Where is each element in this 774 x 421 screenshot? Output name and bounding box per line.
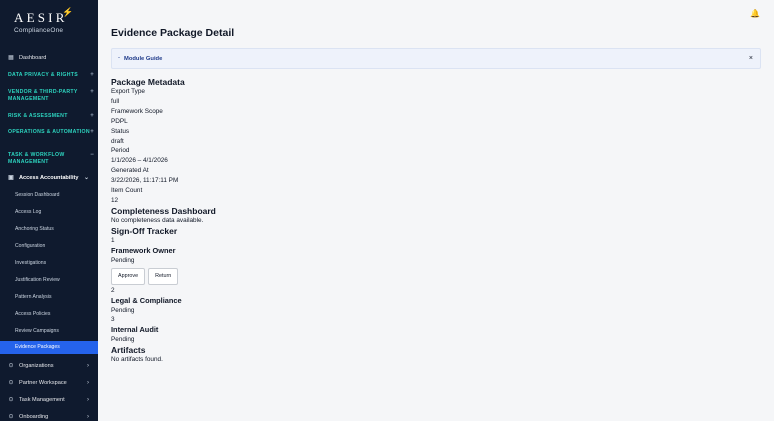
sidebar-item-access-policies[interactable]: Access Policies xyxy=(15,311,50,317)
field-label: Generated At xyxy=(111,167,149,175)
sidebar-group-access-accountability[interactable]: ▣ Access Accountability ⌄ xyxy=(0,174,98,182)
field-value: 12 xyxy=(111,196,119,204)
sidebar-item-pattern-analysis[interactable]: Pattern Analysis xyxy=(15,294,52,300)
main-content: 🔔 Evidence Package Detail - Module Guide… xyxy=(98,0,774,421)
field-label: Period xyxy=(111,147,130,155)
expand-icon: + xyxy=(90,129,94,135)
sidebar-item-investigations[interactable]: Investigations xyxy=(15,260,46,266)
signoff-step-title: Internal Audit xyxy=(111,325,159,335)
brand-logo[interactable]: AESIR ⚡ ComplianceOne xyxy=(14,7,73,34)
section-operations-automation[interactable]: OPERATIONS & AUTOMATION + xyxy=(8,129,94,136)
tasks-icon: ⊙ xyxy=(8,397,14,403)
completeness-message: No completeness data available. xyxy=(111,216,204,224)
signoff-actions: Approve Return xyxy=(111,267,751,285)
sidebar-item-task-management[interactable]: ⊙ Task Management › xyxy=(0,396,98,404)
sidebar-item-organizations[interactable]: ⊙ Organizations › xyxy=(0,362,98,370)
sidebar: AESIR ⚡ ComplianceOne ▦ Dashboard DATA P… xyxy=(0,0,98,421)
field-value: 1/1/2026 – 4/1/2026 xyxy=(111,157,168,165)
field-label: Item Count xyxy=(111,187,143,195)
module-guide-panel[interactable]: - Module Guide × xyxy=(111,48,761,69)
field-value: 3/22/2026, 11:17:11 PM xyxy=(111,177,179,185)
sidebar-item-label: Evidence Packages xyxy=(15,344,60,350)
sidebar-item-session-dashboard[interactable]: Session Dashboard xyxy=(15,192,59,198)
chevron-right-icon: › xyxy=(87,379,89,386)
grid-icon: ▦ xyxy=(8,55,14,61)
section-label: DATA PRIVACY & RIGHTS xyxy=(8,72,78,78)
artifacts-message: No artifacts found. xyxy=(111,356,163,364)
users-icon: ⊙ xyxy=(8,380,14,386)
signoff-step-number: 3 xyxy=(111,316,115,324)
return-button[interactable]: Return xyxy=(148,267,179,285)
signoff-step-number: 1 xyxy=(111,236,115,244)
section-label: OPERATIONS & AUTOMATION xyxy=(8,129,90,135)
sidebar-item-label: Organizations xyxy=(19,362,54,369)
signoff-step-title: Legal & Compliance xyxy=(111,295,182,305)
sidebar-item-justification-review[interactable]: Justification Review xyxy=(15,277,60,283)
approve-button[interactable]: Approve xyxy=(111,267,146,285)
package-detail: Package Metadata Export Type full Framew… xyxy=(111,77,751,365)
field-label: Export Type xyxy=(111,88,145,95)
sidebar-item-evidence-packages[interactable]: Evidence Packages xyxy=(0,341,98,354)
signoff-step-title: Framework Owner xyxy=(111,245,176,255)
sidebar-item-onboarding[interactable]: ⊙ Onboarding › xyxy=(0,413,98,421)
chevron-right-icon: › xyxy=(87,396,89,403)
chevron-right-icon: › xyxy=(87,413,89,420)
brand-subtitle: ComplianceOne xyxy=(14,27,64,34)
section-data-privacy[interactable]: DATA PRIVACY & RIGHTS + xyxy=(8,72,94,79)
page-title: Evidence Package Detail xyxy=(111,27,235,39)
sidebar-item-label: Access Accountability xyxy=(19,174,79,181)
brand-mark-icon: ⚡ xyxy=(62,7,74,17)
sidebar-item-label: Partner Workspace xyxy=(19,379,67,386)
close-icon[interactable]: × xyxy=(749,55,753,62)
chevron-right-icon: › xyxy=(87,362,89,369)
field-value: full xyxy=(111,97,120,105)
field-value: draft xyxy=(111,137,124,145)
section-risk-assessment[interactable]: RISK & ASSESSMENT + xyxy=(8,113,94,120)
section-task-workflow[interactable]: TASK & WORKFLOW MANAGEMENT − xyxy=(8,152,94,166)
expand-icon: + xyxy=(90,72,94,78)
sidebar-item-label: Task Management xyxy=(19,396,65,403)
sidebar-item-anchoring-status[interactable]: Anchoring Status xyxy=(15,226,54,232)
collapse-icon[interactable]: - xyxy=(118,55,120,61)
section-label: VENDOR & THIRD-PARTY MANAGEMENT xyxy=(8,89,78,102)
field-label: Framework Scope xyxy=(111,107,163,115)
section-vendor-management[interactable]: VENDOR & THIRD-PARTY MANAGEMENT + xyxy=(8,89,94,103)
section-label: TASK & WORKFLOW MANAGEMENT xyxy=(8,152,65,165)
sidebar-item-dashboard[interactable]: ▦ Dashboard xyxy=(0,54,98,62)
sidebar-item-label: Dashboard xyxy=(19,54,47,61)
sidebar-item-access-log[interactable]: Access Log xyxy=(15,209,41,215)
module-guide-label[interactable]: Module Guide xyxy=(124,56,162,62)
onboarding-icon: ⊙ xyxy=(8,414,14,420)
brand-name: AESIR xyxy=(14,10,68,25)
expand-icon: + xyxy=(90,89,94,95)
field-value: PDPL xyxy=(111,117,128,125)
signoff-heading: Sign-Off Tracker xyxy=(111,225,178,236)
signoff-step-status: Pending xyxy=(111,306,135,314)
signoff-step-status: Pending xyxy=(111,256,135,264)
sidebar-item-label: Onboarding xyxy=(19,413,49,420)
signoff-step-status: Pending xyxy=(111,336,135,344)
shield-icon: ▣ xyxy=(8,175,14,181)
artifacts-heading: Artifacts xyxy=(111,345,146,356)
chevron-down-icon: ⌄ xyxy=(83,175,89,181)
collapse-icon: − xyxy=(90,152,94,158)
building-icon: ⊙ xyxy=(8,363,14,369)
sidebar-item-configuration[interactable]: Configuration xyxy=(15,243,45,249)
sidebar-item-partner-workspace[interactable]: ⊙ Partner Workspace › xyxy=(0,379,98,387)
sidebar-item-review-campaigns[interactable]: Review Campaigns xyxy=(15,328,59,334)
section-label: RISK & ASSESSMENT xyxy=(8,113,68,119)
signoff-step-number: 2 xyxy=(111,286,115,294)
field-label: Status xyxy=(111,127,130,135)
completeness-heading: Completeness Dashboard xyxy=(111,205,216,216)
metadata-heading: Package Metadata xyxy=(111,77,185,87)
expand-icon: + xyxy=(90,113,94,119)
bell-icon[interactable]: 🔔 xyxy=(750,9,760,18)
